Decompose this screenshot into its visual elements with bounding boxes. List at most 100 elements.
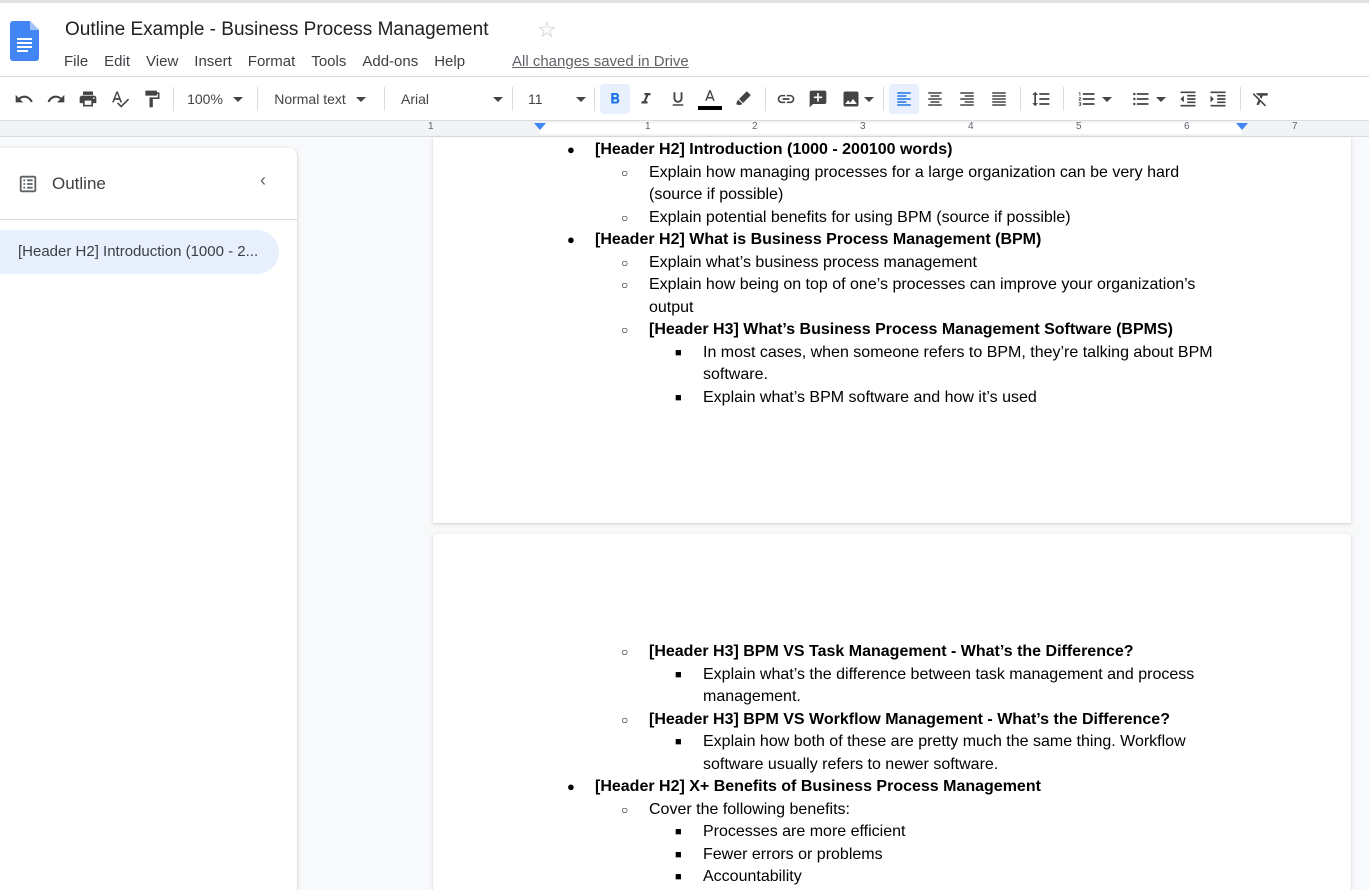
font-size-select[interactable]: 11 [522,77,588,121]
insert-image-button[interactable] [836,77,878,121]
decrease-indent-icon[interactable] [1176,77,1200,121]
list-bullet: ■ [675,871,682,883]
chevron-down-icon [576,96,586,102]
font-value: Arial [401,91,430,107]
list-bullet: ■ [675,346,682,359]
chevron-down-icon [1155,96,1166,102]
list-item-text[interactable]: Processes are more efficient [703,821,905,844]
chevron-down-icon [232,96,243,102]
align-right-button[interactable] [955,77,979,121]
list-bullet: ● [567,779,575,794]
bulleted-list-icon [1132,92,1148,106]
bold-button[interactable] [600,84,630,114]
paragraph-style-select[interactable]: Normal text [266,77,374,121]
document-page[interactable]: ● [Header H2] Introduction (1000 - 200100… [433,137,1351,523]
list-item-text[interactable]: Explain what’s the difference between ta… [703,664,1194,687]
list-item-text[interactable]: Cover the following benefits: [649,799,850,822]
save-status-link[interactable]: All changes saved in Drive [512,53,689,70]
redo-icon[interactable] [44,77,68,121]
zoom-value: 100% [187,91,223,107]
style-value: Normal text [274,91,346,107]
toolbar-divider [1240,87,1241,111]
list-bullet: ■ [675,668,682,681]
heading-line[interactable]: [Header H3] BPM VS Task Management - Wha… [649,641,1134,664]
ruler[interactable]: 1 1 2 3 4 5 6 7 [0,121,1369,137]
ruler-number: 4 [968,121,974,132]
ruler-number: 1 [645,121,651,132]
outline-header: Outline ‹ [0,148,297,220]
menu-file[interactable]: File [56,51,96,72]
toolbar-divider [1063,87,1064,111]
bulleted-list-button[interactable] [1125,77,1171,121]
menu-insert[interactable]: Insert [186,51,240,72]
font-family-select[interactable]: Arial [395,77,503,121]
list-item-text[interactable]: Explain how managing processes for a lar… [649,162,1179,185]
ruler-number: 2 [752,121,758,132]
heading-line[interactable]: [Header H2] Introduction (1000 - 200100 … [595,139,952,162]
align-center-button[interactable] [923,77,947,121]
list-item-text[interactable]: (source if possible) [649,184,783,207]
left-indent-marker[interactable] [534,123,546,130]
toolbar-divider [512,87,513,111]
underline-button[interactable] [666,77,690,121]
heading-line[interactable]: [Header H2] X+ Benefits of Business Proc… [595,776,1041,799]
list-item-text[interactable]: software usually refers to newer softwar… [703,754,998,777]
toolbar-divider [883,87,884,111]
increase-indent-icon[interactable] [1206,77,1230,121]
chevron-down-icon [1101,96,1112,102]
list-bullet: ■ [675,848,682,861]
chevron-left-icon[interactable]: ‹ [260,170,266,191]
ruler-number: 7 [1292,121,1298,132]
menu-tools[interactable]: Tools [303,51,354,72]
list-item-text[interactable]: Explain what’s BPM software and how it’s… [703,387,1037,410]
menu-format[interactable]: Format [240,51,304,72]
list-bullet: ○ [621,278,629,292]
menu-help[interactable]: Help [426,51,473,72]
heading-line[interactable]: [Header H3] BPM VS Workflow Management -… [649,709,1170,732]
list-bullet: ○ [621,323,629,337]
justify-button[interactable] [987,77,1011,121]
document-page[interactable]: ○ [Header H3] BPM VS Task Management - Wh… [433,534,1351,890]
numbered-list-button[interactable] [1071,77,1117,121]
print-icon[interactable] [76,77,100,121]
list-bullet: ● [567,142,575,157]
add-comment-icon[interactable] [806,77,830,121]
link-icon[interactable] [774,77,798,121]
list-item-text[interactable]: Explain what’s business process manageme… [649,252,977,275]
document-title[interactable]: Outline Example - Business Process Manag… [65,19,488,41]
line-spacing-icon[interactable] [1029,77,1053,121]
chevron-down-icon [355,96,366,102]
align-left-button[interactable] [889,84,919,114]
italic-button[interactable] [634,77,658,121]
menu-addons[interactable]: Add-ons [354,51,426,72]
outline-item[interactable]: [Header H2] Introduction (1000 - 2... [0,230,279,274]
star-icon[interactable]: ☆ [537,17,557,43]
zoom-select[interactable]: 100% [182,77,248,121]
list-item-text[interactable]: Explain how being on top of one’s proces… [649,274,1195,297]
heading-line[interactable]: [Header H3] What’s Business Process Mana… [649,319,1173,342]
list-item-text[interactable]: software. [703,364,768,387]
list-item-text[interactable]: Explain how both of these are pretty muc… [703,731,1186,754]
right-indent-marker[interactable] [1236,123,1248,130]
list-item-text[interactable]: Explain potential benefits for using BPM… [649,207,1071,230]
toolbar-divider [257,87,258,111]
spellcheck-icon[interactable] [108,77,132,121]
menu-bar: File Edit View Insert Format Tools Add-o… [56,51,473,72]
menu-edit[interactable]: Edit [96,51,138,72]
list-item-text[interactable]: output [649,297,693,320]
text-color-button[interactable] [697,77,723,121]
list-item-text[interactable]: In most cases, when someone refers to BP… [703,342,1213,365]
paint-format-icon[interactable] [140,77,164,121]
list-item-text[interactable]: Fewer errors or problems [703,844,883,867]
menu-view[interactable]: View [138,51,186,72]
highlight-icon[interactable] [731,77,755,121]
list-item-text[interactable]: Accountability [703,866,802,889]
ruler-number: 5 [1076,121,1082,132]
heading-line[interactable]: [Header H2] What is Business Process Man… [595,229,1041,252]
undo-icon[interactable] [12,77,36,121]
clear-formatting-icon[interactable] [1249,77,1273,121]
list-item-text[interactable]: management. [703,686,801,709]
docs-logo-icon[interactable] [10,21,39,61]
outline-icon [19,175,37,193]
list-bullet: ○ [621,210,629,225]
